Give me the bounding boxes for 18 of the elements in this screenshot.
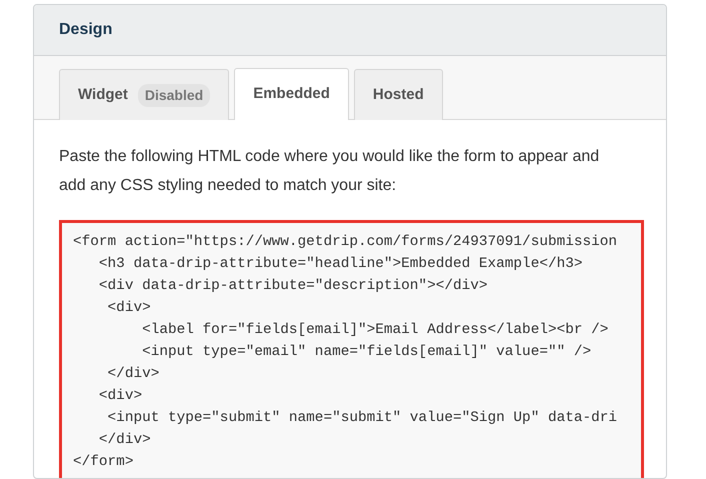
tab-label: Widget [78,84,128,105]
status-badge: Disabled [138,84,210,106]
tab[interactable]: Widget Disabled [59,69,230,120]
code-line: <input type="submit" name="submit" value="Sign Up" data-dri [106,409,618,428]
instructions-text: Paste the following HTML code where you would like the form to appear and add any CSS styling needed to match your site: [59,147,600,196]
code-line: <h3 data-drip-attribute="headline">Embedded Example</h3> [98,255,583,274]
code-line: <input type="email" name="fields[email]" value="" /> [141,343,592,362]
code-line: </div> [98,431,151,450]
code-line: </div> [106,365,160,384]
code-line: </form> [73,453,134,472]
code-line: <label for="fields[email]">Email Address</label><br /> [141,321,608,340]
panel-title: Design [59,20,112,40]
code-line: <div> [98,387,142,406]
tab[interactable]: Hosted [354,69,443,120]
code-line: <div> [106,299,151,318]
code-line: <div data-drip-attribute="description"></div> [98,277,488,296]
tab[interactable]: Embedded [234,68,349,120]
code-line: <form action="https://www.getdrip.com/forms/24937091/submission [73,233,618,252]
